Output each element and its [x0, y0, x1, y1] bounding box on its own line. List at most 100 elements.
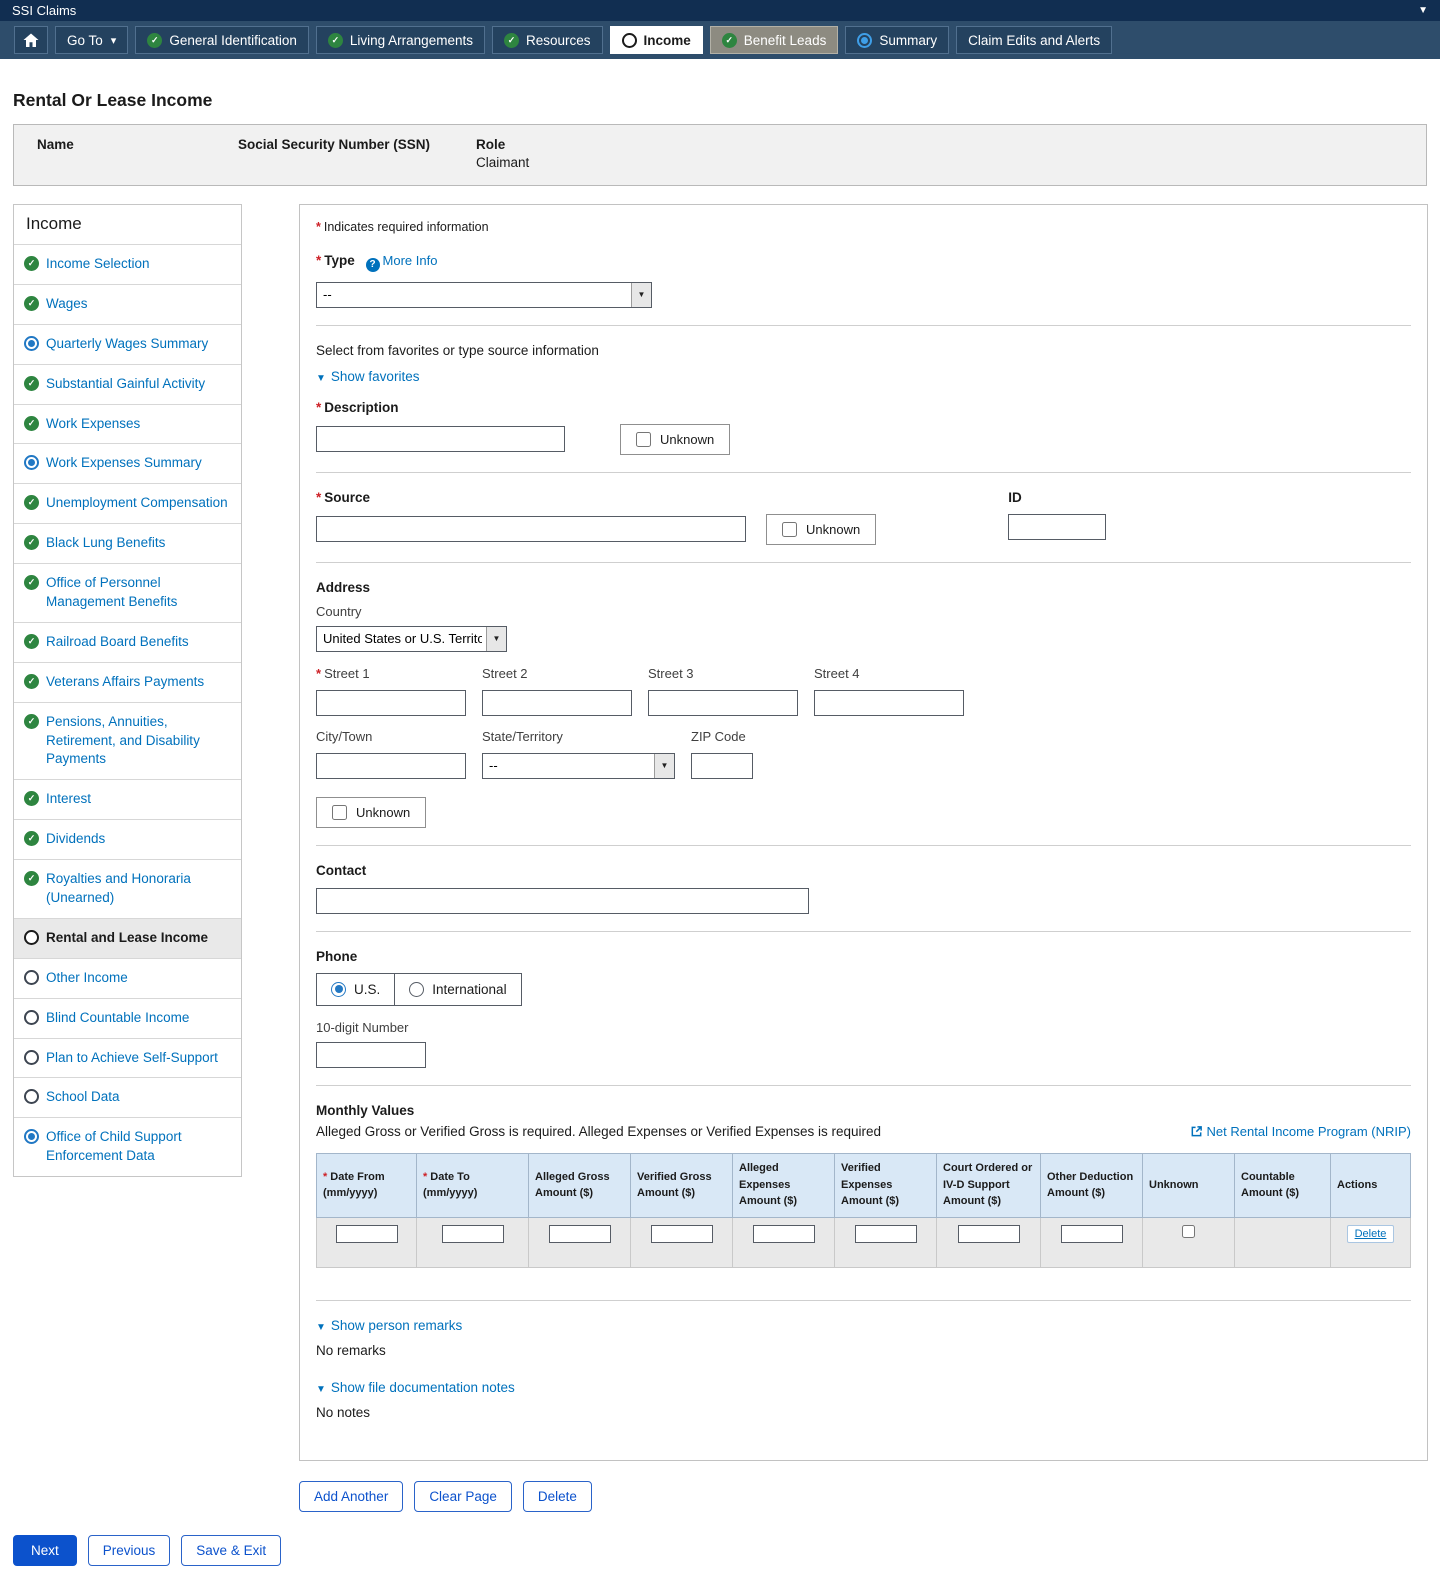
check-icon: ✓: [504, 33, 519, 48]
tab-benefit-leads[interactable]: ✓ Benefit Leads: [710, 26, 839, 54]
source-id-input[interactable]: [1008, 514, 1106, 540]
description-unknown-box[interactable]: Unknown: [620, 424, 730, 455]
show-favorites-toggle[interactable]: ▼Show favorites: [316, 369, 419, 384]
contact-input[interactable]: [316, 888, 809, 914]
external-link-icon: [1190, 1125, 1203, 1138]
add-another-button[interactable]: Add Another: [299, 1481, 403, 1512]
phone-number-input[interactable]: [316, 1042, 426, 1068]
go-to-button[interactable]: Go To ▾: [55, 26, 128, 54]
sidebar-item-opm-benefits[interactable]: ✓ Office of Personnel Management Benefit…: [14, 564, 241, 623]
sidebar-item-wages[interactable]: ✓ Wages: [14, 285, 241, 325]
phone-international-radio[interactable]: International: [394, 974, 520, 1005]
phone-us-label: U.S.: [354, 982, 380, 997]
description-input[interactable]: [316, 426, 565, 452]
street3-input[interactable]: [648, 690, 798, 716]
sidebar-item-black-lung-benefits[interactable]: ✓ Black Lung Benefits: [14, 524, 241, 564]
required-asterisk: *: [316, 220, 321, 234]
alleged-expenses-input[interactable]: [753, 1225, 815, 1243]
col-countable: Countable Amount ($): [1235, 1153, 1331, 1217]
next-button[interactable]: Next: [13, 1535, 77, 1566]
income-sidebar: Income ✓ Income Selection ✓ Wages Quarte…: [13, 204, 242, 1177]
remarks-empty-text: No remarks: [316, 1343, 1411, 1358]
source-input[interactable]: [316, 516, 746, 542]
zip-input[interactable]: [691, 753, 753, 779]
unknown-label: Unknown: [356, 805, 410, 820]
sidebar-item-plan-to-achieve-self-support[interactable]: Plan to Achieve Self-Support: [14, 1039, 241, 1079]
sidebar-item-interest[interactable]: ✓ Interest: [14, 780, 241, 820]
phone-us-radio[interactable]: U.S.: [317, 974, 394, 1005]
sidebar-item-unemployment-compensation[interactable]: ✓ Unemployment Compensation: [14, 484, 241, 524]
address-unknown-checkbox[interactable]: [332, 805, 347, 820]
date-to-input[interactable]: [442, 1225, 504, 1243]
court-ordered-input[interactable]: [958, 1225, 1020, 1243]
previous-button[interactable]: Previous: [88, 1535, 171, 1566]
clear-page-button[interactable]: Clear Page: [414, 1481, 512, 1512]
type-select[interactable]: --: [316, 282, 652, 308]
check-icon: ✓: [24, 674, 39, 689]
sidebar-item-quarterly-wages-summary[interactable]: Quarterly Wages Summary: [14, 325, 241, 365]
address-unknown-box[interactable]: Unknown: [316, 797, 426, 828]
check-icon: ✓: [24, 296, 39, 311]
country-select[interactable]: United States or U.S. Territory: [316, 626, 507, 652]
sidebar-item-royalties-honoraria[interactable]: ✓ Royalties and Honoraria (Unearned): [14, 860, 241, 919]
city-input[interactable]: [316, 753, 466, 779]
radio-circle-icon: [24, 930, 39, 945]
required-asterisk: *: [423, 1171, 427, 1183]
source-label: *Source: [316, 490, 370, 505]
state-select[interactable]: --: [482, 753, 675, 779]
verified-expenses-input[interactable]: [855, 1225, 917, 1243]
sidebar-item-ocse-data[interactable]: Office of Child Support Enforcement Data: [14, 1118, 241, 1176]
sidebar-item-work-expenses[interactable]: ✓ Work Expenses: [14, 405, 241, 445]
show-person-remarks-toggle[interactable]: ▼Show person remarks: [316, 1318, 462, 1333]
sidebar-item-railroad-board-benefits[interactable]: ✓ Railroad Board Benefits: [14, 623, 241, 663]
section-divider: [316, 1300, 1411, 1301]
date-from-input[interactable]: [336, 1225, 398, 1243]
tab-label: Income: [644, 33, 691, 48]
verified-gross-input[interactable]: [651, 1225, 713, 1243]
check-icon: ✓: [24, 535, 39, 550]
chevron-down-icon[interactable]: ▼: [1418, 5, 1428, 16]
sidebar-item-blind-countable-income[interactable]: Blind Countable Income: [14, 999, 241, 1039]
other-deduction-input[interactable]: [1061, 1225, 1123, 1243]
tab-living-arrangements[interactable]: ✓ Living Arrangements: [316, 26, 485, 54]
tab-income[interactable]: Income: [610, 26, 703, 54]
street2-input[interactable]: [482, 690, 632, 716]
delete-row-button[interactable]: Delete: [1347, 1225, 1395, 1243]
tab-label: Resources: [526, 33, 591, 48]
row-unknown-checkbox[interactable]: [1182, 1225, 1195, 1238]
col-verified-gross: Verified Gross Amount ($): [631, 1153, 733, 1217]
delete-button[interactable]: Delete: [523, 1481, 592, 1512]
tab-resources[interactable]: ✓ Resources: [492, 26, 603, 54]
favorites-hint: Select from favorites or type source inf…: [316, 343, 1411, 358]
description-label: *Description: [316, 400, 399, 415]
tab-claim-edits-and-alerts[interactable]: Claim Edits and Alerts: [956, 26, 1112, 54]
role-label: Role: [476, 137, 505, 152]
tab-label: General Identification: [169, 33, 297, 48]
sidebar-item-work-expenses-summary[interactable]: Work Expenses Summary: [14, 444, 241, 484]
sidebar-item-school-data[interactable]: School Data: [14, 1078, 241, 1118]
phone-number-label: 10-digit Number: [316, 1020, 1411, 1035]
alleged-gross-input[interactable]: [549, 1225, 611, 1243]
show-file-notes-toggle[interactable]: ▼Show file documentation notes: [316, 1380, 515, 1395]
monthly-values-row: Delete: [317, 1217, 1411, 1267]
sidebar-item-other-income[interactable]: Other Income: [14, 959, 241, 999]
tab-general-identification[interactable]: ✓ General Identification: [135, 26, 309, 54]
sidebar-item-pensions-annuities[interactable]: ✓ Pensions, Annuities, Retirement, and D…: [14, 703, 241, 781]
sidebar-item-rental-and-lease-income[interactable]: Rental and Lease Income: [14, 919, 241, 959]
more-info-link[interactable]: ?More Info: [359, 253, 438, 268]
sidebar-item-income-selection[interactable]: ✓ Income Selection: [14, 245, 241, 285]
street1-input[interactable]: [316, 690, 466, 716]
sidebar-item-substantial-gainful-activity[interactable]: ✓ Substantial Gainful Activity: [14, 365, 241, 405]
sidebar-item-dividends[interactable]: ✓ Dividends: [14, 820, 241, 860]
save-exit-button[interactable]: Save & Exit: [181, 1535, 281, 1566]
sidebar-item-veterans-affairs-payments[interactable]: ✓ Veterans Affairs Payments: [14, 663, 241, 703]
source-unknown-box[interactable]: Unknown: [766, 514, 876, 545]
nrip-link[interactable]: Net Rental Income Program (NRIP): [1190, 1124, 1411, 1139]
street4-input[interactable]: [814, 690, 964, 716]
app-title-bar: SSI Claims ▼: [0, 0, 1440, 21]
home-button[interactable]: [14, 26, 48, 54]
description-unknown-checkbox[interactable]: [636, 432, 651, 447]
source-unknown-checkbox[interactable]: [782, 522, 797, 537]
caret-down-icon: ▾: [111, 34, 117, 47]
tab-summary[interactable]: Summary: [845, 26, 949, 54]
